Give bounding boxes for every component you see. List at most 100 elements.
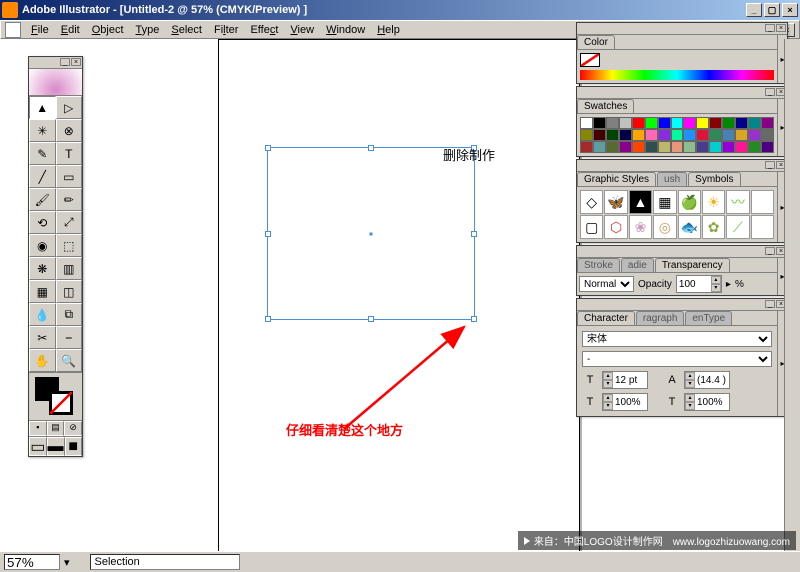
menu-window[interactable]: Window <box>320 22 371 38</box>
graph-tool[interactable]: ▥ <box>56 257 83 280</box>
swatch[interactable] <box>593 129 606 141</box>
graphic-styles-tab[interactable]: Graphic Styles <box>577 172 656 186</box>
zoom-dropdown-icon[interactable]: ▾ <box>64 556 70 569</box>
swatch[interactable] <box>683 129 696 141</box>
style-item[interactable]: ⟋ <box>726 215 749 239</box>
handle-mr[interactable] <box>471 231 477 237</box>
minimize-button[interactable]: _ <box>746 3 762 17</box>
swatch[interactable] <box>658 117 671 129</box>
swatch[interactable] <box>658 129 671 141</box>
handle-bm[interactable] <box>368 316 374 322</box>
style-item[interactable]: ❀ <box>629 215 652 239</box>
swatch[interactable] <box>748 129 761 141</box>
swatch[interactable] <box>671 129 684 141</box>
character-tab[interactable]: Character <box>577 311 635 325</box>
swatch[interactable] <box>735 141 748 153</box>
swatch[interactable] <box>735 129 748 141</box>
symbol-sprayer-tool[interactable]: ❋ <box>29 257 56 280</box>
slice-tool[interactable]: ✂ <box>29 326 56 349</box>
swatch[interactable] <box>709 141 722 153</box>
close-button[interactable]: × <box>782 3 798 17</box>
gradient-tab[interactable]: adie <box>621 258 654 272</box>
style-item[interactable]: ⬡ <box>604 215 627 239</box>
menu-help[interactable]: Help <box>371 22 406 38</box>
stroke-tab[interactable]: Stroke <box>577 258 620 272</box>
leading-input[interactable]: ▴▾ <box>684 371 730 389</box>
style-item[interactable]: 🍏 <box>678 190 701 214</box>
swatch[interactable] <box>696 117 709 129</box>
none-mode-btn[interactable]: ⊘ <box>64 421 82 436</box>
swatch[interactable] <box>735 117 748 129</box>
status-mode[interactable]: Selection <box>90 554 240 570</box>
style-item[interactable]: 🐟 <box>678 215 701 239</box>
font-style-select[interactable]: - <box>582 351 772 367</box>
paintbrush-tool[interactable]: 🖌 <box>29 188 56 211</box>
artboard[interactable] <box>218 39 580 559</box>
style-item[interactable]: ◇ <box>580 190 603 214</box>
panel-min-icon[interactable]: _ <box>765 300 775 308</box>
panel-close-icon[interactable]: × <box>776 24 786 32</box>
hand-tool[interactable]: ✋ <box>29 349 56 372</box>
style-item[interactable]: ☀ <box>702 190 725 214</box>
brushes-tab[interactable]: ush <box>657 172 687 186</box>
scissors-tool[interactable]: ⎯ <box>56 326 83 349</box>
toolbox-min-icon[interactable]: _ <box>60 58 70 66</box>
full-screen-btn[interactable]: ■ <box>65 437 83 456</box>
zoom-field[interactable] <box>4 554 60 570</box>
vscale-input[interactable]: ▴▾ <box>684 393 730 411</box>
free-transform-tool[interactable]: ⬚ <box>56 234 83 257</box>
swatch[interactable] <box>580 129 593 141</box>
hscale-input[interactable]: ▴▾ <box>602 393 648 411</box>
swatch[interactable] <box>632 141 645 153</box>
direct-selection-tool[interactable]: ▷ <box>56 96 83 119</box>
pen-tool[interactable]: ✎ <box>29 142 56 165</box>
panel-min-icon[interactable]: _ <box>765 24 775 32</box>
style-item[interactable]: ▲ <box>629 190 652 214</box>
panel-min-icon[interactable]: _ <box>765 88 775 96</box>
swatch[interactable] <box>671 141 684 153</box>
rotate-tool[interactable]: ⟲ <box>29 211 56 234</box>
style-item[interactable]: ▢ <box>580 215 603 239</box>
handle-tm[interactable] <box>368 145 374 151</box>
gradient-mode-btn[interactable]: ▤ <box>47 421 65 436</box>
font-size-input[interactable]: ▴▾ <box>602 371 648 389</box>
swatch[interactable] <box>645 141 658 153</box>
color-tab[interactable]: Color <box>577 35 615 49</box>
swatch[interactable] <box>619 129 632 141</box>
menu-view[interactable]: View <box>284 22 320 38</box>
style-item[interactable]: ✿ <box>702 215 725 239</box>
swatch[interactable] <box>619 117 632 129</box>
menu-select[interactable]: Select <box>165 22 208 38</box>
swatch[interactable] <box>683 117 696 129</box>
style-item[interactable]: ◎ <box>653 215 676 239</box>
swatch[interactable] <box>619 141 632 153</box>
swatch[interactable] <box>722 117 735 129</box>
swatch[interactable] <box>683 141 696 153</box>
eyedropper-tool[interactable]: 💧 <box>29 303 56 326</box>
swatch[interactable] <box>709 117 722 129</box>
swatch[interactable] <box>645 117 658 129</box>
stroke-swatch[interactable] <box>49 391 73 415</box>
menu-effect[interactable]: Effect <box>244 22 284 38</box>
symbols-tab[interactable]: Symbols <box>688 172 740 186</box>
opacity-input[interactable]: ▴▾ <box>676 275 722 293</box>
blend-mode-select[interactable]: Normal <box>579 276 634 292</box>
paragraph-tab[interactable]: ragraph <box>636 311 684 325</box>
gradient-tool[interactable]: ◫ <box>56 280 83 303</box>
full-menu-screen-btn[interactable]: ▬ <box>47 437 65 456</box>
swatch[interactable] <box>761 129 774 141</box>
swatch[interactable] <box>606 117 619 129</box>
warp-tool[interactable]: ◉ <box>29 234 56 257</box>
handle-bl[interactable] <box>265 316 271 322</box>
swatches-tab[interactable]: Swatches <box>577 99 634 113</box>
swatch[interactable] <box>748 141 761 153</box>
selection-rectangle[interactable] <box>267 147 475 320</box>
mesh-tool[interactable]: ▦ <box>29 280 56 303</box>
style-item[interactable]: 〰 <box>726 190 749 214</box>
swatch[interactable] <box>645 129 658 141</box>
swatch[interactable] <box>761 141 774 153</box>
swatch[interactable] <box>580 141 593 153</box>
color-mode-btn[interactable]: ▪ <box>29 421 47 436</box>
style-item[interactable]: 🦋 <box>604 190 627 214</box>
menu-file[interactable]: File <box>25 22 55 38</box>
